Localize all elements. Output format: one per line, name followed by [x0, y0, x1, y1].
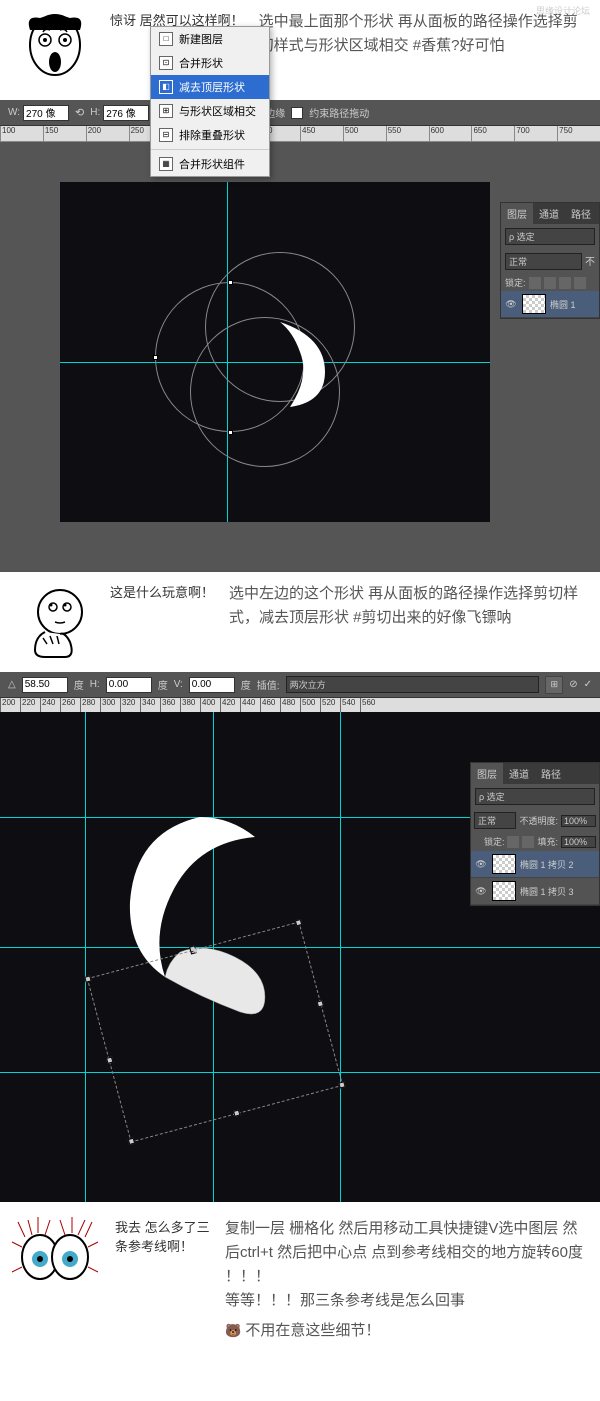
- transform-center-point[interactable]: ✦: [189, 945, 196, 952]
- anchor-point[interactable]: [228, 280, 233, 285]
- horizontal-ruler-2: 2002202402602803003203403603804004204404…: [0, 698, 600, 712]
- layer-kind-select[interactable]: ρ 选定: [475, 788, 595, 805]
- transform-handle[interactable]: [317, 1000, 324, 1007]
- visibility-icon[interactable]: 👁: [504, 299, 518, 310]
- tab-paths[interactable]: 路径: [535, 763, 567, 784]
- thinking-face-meme: [15, 582, 95, 662]
- layer-thumbnail[interactable]: [492, 881, 516, 901]
- options-bar: W: ⟲ H: ▦ ≡ ☰ 对齐边缘 约束路径拖动: [0, 100, 600, 126]
- transform-handle[interactable]: [338, 1081, 345, 1088]
- lock-pixels-icon[interactable]: [544, 277, 556, 289]
- angle-input[interactable]: [22, 677, 68, 693]
- lock-transparency-icon[interactable]: [529, 277, 541, 289]
- instruction-1: 选中最上面那个形状 再从面板的路径操作选择剪切样式与形状区域相交 #香蕉?好可怕: [259, 10, 585, 58]
- width-input[interactable]: [23, 105, 69, 121]
- shocked-eyes-meme: [10, 1217, 105, 1287]
- menu-exclude[interactable]: ⊟排除重叠形状: [151, 123, 269, 147]
- speech-bubble-3: 我去 怎么多了三条参考线啊！: [115, 1217, 215, 1255]
- lock-icon[interactable]: [507, 836, 519, 848]
- layer-thumbnail[interactable]: [522, 294, 546, 314]
- v-skew-input[interactable]: [189, 677, 235, 693]
- interpolation-select[interactable]: 两次立方: [286, 676, 540, 693]
- canvas-area-1: 图层 通道 路径 ρ 选定 正常 不 锁定: 👁 椭圆 1: [0, 142, 600, 572]
- commit-icon[interactable]: ✓: [584, 679, 592, 690]
- tab-layers[interactable]: 图层: [501, 203, 533, 224]
- opacity-input[interactable]: [561, 815, 596, 827]
- visibility-icon[interactable]: 👁: [474, 859, 488, 870]
- transform-handle[interactable]: [233, 1109, 240, 1116]
- blend-mode-select[interactable]: 正常: [474, 812, 516, 829]
- surprised-face-meme: [15, 10, 95, 90]
- menu-subtract-front[interactable]: ◧减去顶层形状: [151, 75, 269, 99]
- layers-panel-1: 图层 通道 路径 ρ 选定 正常 不 锁定: 👁 椭圆 1: [500, 202, 600, 319]
- crescent-shape: [275, 317, 330, 412]
- horizontal-ruler: 1001502002503003504004505005506006507007…: [0, 126, 600, 142]
- blend-mode-select[interactable]: 正常: [505, 253, 582, 270]
- menu-new-layer[interactable]: □新建图层: [151, 27, 269, 51]
- constrain-path-checkbox[interactable]: [291, 107, 303, 119]
- tab-layers[interactable]: 图层: [471, 763, 503, 784]
- menu-intersect[interactable]: ⊞与形状区域相交: [151, 99, 269, 123]
- layer-row[interactable]: 👁 椭圆 1 拷贝 2: [471, 851, 599, 878]
- lock-all-icon[interactable]: [574, 277, 586, 289]
- menu-merge-components[interactable]: ▦合并形状组件: [151, 152, 269, 176]
- lock-position-icon[interactable]: [559, 277, 571, 289]
- tab-channels[interactable]: 通道: [503, 763, 535, 784]
- fill-input[interactable]: [561, 836, 596, 848]
- layer-row[interactable]: 👁 椭圆 1: [501, 291, 599, 318]
- instruction-2: 选中左边的这个形状 再从面板的路径操作选择剪切样式，减去顶层形状 #剪切出来的好…: [229, 582, 585, 630]
- height-input[interactable]: [103, 105, 149, 121]
- transform-handle[interactable]: [128, 1138, 135, 1145]
- transform-handle[interactable]: [295, 919, 302, 926]
- photoshop-window-1: W: ⟲ H: ▦ ≡ ☰ 对齐边缘 约束路径拖动 □新建图层 ⊡合并形状 ◧减…: [0, 100, 600, 572]
- h-skew-input[interactable]: [106, 677, 152, 693]
- tab-paths[interactable]: 路径: [565, 203, 597, 224]
- menu-combine[interactable]: ⊡合并形状: [151, 51, 269, 75]
- lock-icon[interactable]: [522, 836, 534, 848]
- cancel-icon[interactable]: ⊘: [569, 679, 577, 690]
- section2-header: 这是什么玩意啊！ 选中左边的这个形状 再从面板的路径操作选择剪切样式，减去顶层形…: [0, 572, 600, 672]
- watermark: 思缘设计论坛: [536, 4, 590, 17]
- guide-vertical[interactable]: [340, 712, 341, 1202]
- canvas-1[interactable]: [60, 182, 490, 522]
- section3-header: 我去 怎么多了三条参考线啊！ 复制一层 栅格化 然后用移动工具快捷键V选中图层 …: [0, 1202, 600, 1358]
- instruction-3: 复制一层 栅格化 然后用移动工具快捷键V选中图层 然后ctrl+t 然后把中心点…: [225, 1217, 590, 1343]
- canvas-area-2[interactable]: ✦ 图层 通道 路径 ρ 选定 正常 不透明度: 锁定: 填充:: [0, 712, 600, 1202]
- tab-channels[interactable]: 通道: [533, 203, 565, 224]
- visibility-icon[interactable]: 👁: [474, 886, 488, 897]
- layers-panel-2: 图层 通道 路径 ρ 选定 正常 不透明度: 锁定: 填充: 👁: [470, 762, 600, 906]
- transform-handle[interactable]: [84, 975, 91, 982]
- layer-thumbnail[interactable]: [492, 854, 516, 874]
- anchor-point[interactable]: [228, 430, 233, 435]
- warp-icon[interactable]: ⊞: [545, 676, 563, 694]
- speech-bubble-2: 这是什么玩意啊！: [110, 582, 214, 606]
- layer-kind-select[interactable]: ρ 选定: [505, 228, 595, 245]
- anchor-point[interactable]: [153, 355, 158, 360]
- layer-row[interactable]: 👁 椭圆 1 拷贝 3: [471, 878, 599, 905]
- section1-header: 惊讶 居然可以这样啊！ 选中最上面那个形状 再从面板的路径操作选择剪切样式与形状…: [0, 0, 600, 100]
- photoshop-window-2: △ 度 H: 度 V: 度 插值: 两次立方 ⊞ ⊘ ✓ 20022024026…: [0, 672, 600, 1202]
- path-operations-menu: □新建图层 ⊡合并形状 ◧减去顶层形状 ⊞与形状区域相交 ⊟排除重叠形状 ▦合并…: [150, 26, 270, 177]
- options-bar-2: △ 度 H: 度 V: 度 插值: 两次立方 ⊞ ⊘ ✓: [0, 672, 600, 698]
- transform-handle[interactable]: [106, 1057, 113, 1064]
- bear-emoji-icon: 🐻: [225, 1323, 241, 1338]
- guide-vertical[interactable]: [85, 712, 86, 1202]
